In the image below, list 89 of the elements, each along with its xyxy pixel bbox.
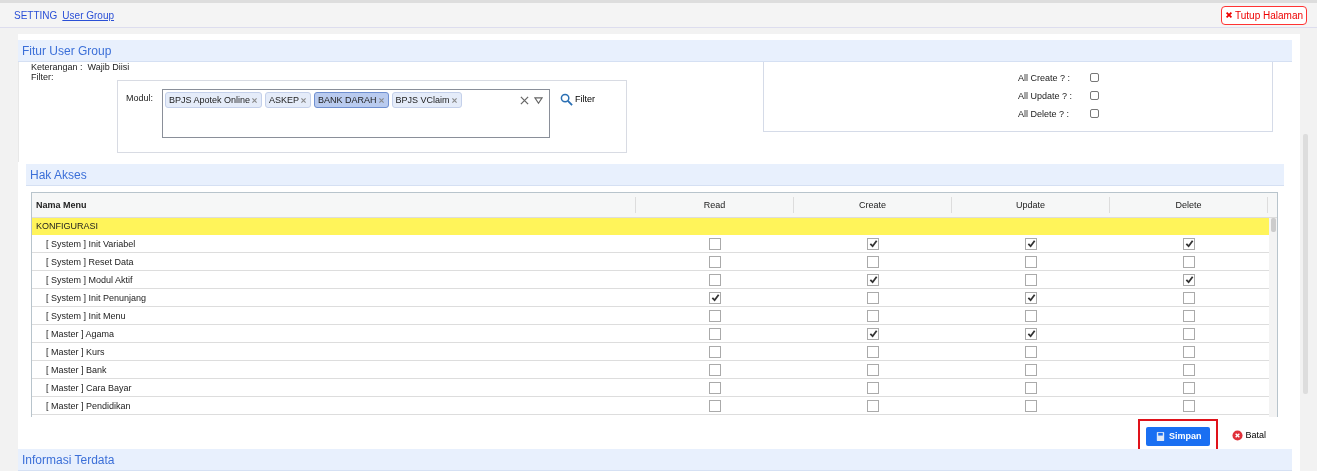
section-header: Fitur User Group — [18, 40, 1292, 62]
filter-button[interactable]: Filter — [556, 91, 595, 107]
checkbox[interactable] — [709, 363, 721, 376]
cancel-icon — [1232, 429, 1244, 441]
search-icon — [560, 92, 573, 106]
checkbox[interactable] — [709, 291, 721, 304]
checkbox[interactable] — [867, 327, 879, 340]
checkbox[interactable] — [1183, 237, 1195, 250]
checkbox[interactable] — [1025, 327, 1037, 340]
checkbox[interactable] — [1025, 399, 1037, 412]
remove-icon[interactable] — [450, 96, 458, 104]
checkbox[interactable] — [1025, 363, 1037, 376]
column-header: Create — [794, 197, 952, 213]
clear-icon[interactable] — [520, 96, 529, 105]
scrollbar[interactable] — [1269, 218, 1277, 417]
required-note: Keterangan : Wajib Diisi — [31, 63, 131, 72]
option-label: All Delete ? : — [1018, 108, 1071, 119]
remove-icon[interactable] — [251, 96, 259, 104]
remove-icon[interactable] — [300, 96, 308, 104]
checkbox[interactable] — [1183, 273, 1195, 286]
menu-name: [ Master ] Cara Bayar — [45, 382, 133, 393]
checkbox[interactable] — [709, 273, 721, 286]
checkbox[interactable] — [1025, 291, 1037, 304]
checkbox[interactable] — [709, 255, 721, 268]
checkbox[interactable] — [867, 381, 879, 394]
checkbox[interactable] — [1025, 345, 1037, 358]
checkbox[interactable] — [867, 363, 879, 376]
close-icon — [1225, 11, 1233, 19]
checkbox[interactable] — [709, 237, 721, 250]
checkbox[interactable] — [867, 399, 879, 412]
save-button[interactable]: Simpan — [1145, 426, 1211, 446]
checkbox[interactable] — [867, 273, 879, 286]
breadcrumb-item: SETTING — [14, 9, 58, 21]
checkbox[interactable] — [1183, 327, 1195, 340]
checkbox[interactable] — [1183, 345, 1195, 358]
modul-label: Modul: — [126, 92, 154, 105]
checkbox[interactable] — [867, 291, 879, 304]
checkbox[interactable] — [867, 345, 879, 358]
checkbox[interactable] — [1183, 399, 1195, 412]
checkbox[interactable] — [1090, 91, 1099, 100]
menu-name: [ Master ] Bank — [45, 364, 108, 375]
checkbox[interactable] — [1025, 255, 1037, 268]
column-header: Nama Menu — [32, 197, 636, 213]
save-icon — [1154, 430, 1166, 442]
section-header: Informasi Terdata — [18, 449, 1292, 471]
checkbox[interactable] — [1090, 73, 1099, 82]
module-tag[interactable]: BANK DARAH — [314, 92, 389, 108]
checkbox[interactable] — [709, 327, 721, 340]
checkbox[interactable] — [1025, 309, 1037, 322]
module-tag[interactable]: BPJS VClaim — [391, 92, 462, 108]
module-select[interactable]: BPJS Apotek Online ASKEP BANK DARAH BPJS VClaim — [162, 89, 550, 138]
checkbox[interactable] — [709, 399, 721, 412]
menu-name: [ Master ] Agama — [45, 328, 116, 339]
menu-name: [ System ] Modul Aktif — [45, 274, 134, 285]
menu-name: [ Master ] Kurs — [45, 346, 106, 357]
checkbox[interactable] — [867, 309, 879, 322]
option-label: All Update ? : — [1018, 90, 1074, 101]
module-tag[interactable]: BPJS Apotek Online — [165, 92, 263, 108]
menu-name: [ System ] Reset Data — [45, 256, 135, 267]
checkbox[interactable] — [709, 345, 721, 358]
remove-icon[interactable] — [377, 96, 385, 104]
breadcrumb-link[interactable]: User Group — [62, 9, 115, 21]
checkbox[interactable] — [1183, 255, 1195, 268]
checkbox[interactable] — [1025, 273, 1037, 286]
cancel-button[interactable]: Batal — [1232, 429, 1266, 441]
menu-name: [ System ] Init Menu — [45, 310, 127, 321]
checkbox[interactable] — [1183, 291, 1195, 304]
column-header: Delete — [1110, 197, 1268, 213]
section-header: Hak Akses — [26, 164, 1284, 186]
menu-name: [ System ] Init Penunjang — [45, 292, 148, 303]
dropdown-icon[interactable] — [534, 96, 543, 105]
close-page-button[interactable]: Tutup Halaman — [1221, 5, 1307, 25]
checkbox[interactable] — [1183, 381, 1195, 394]
checkbox[interactable] — [867, 255, 879, 268]
filter-label: Filter: — [31, 72, 55, 82]
checkbox[interactable] — [709, 309, 721, 322]
column-header: Read — [636, 197, 794, 213]
checkbox[interactable] — [1090, 109, 1099, 118]
checkbox[interactable] — [1183, 363, 1195, 376]
menu-name: [ Master ] Pendidikan — [45, 400, 132, 411]
option-label: All Create ? : — [1018, 72, 1072, 83]
checkbox[interactable] — [1025, 381, 1037, 394]
checkbox[interactable] — [1183, 309, 1195, 322]
checkbox[interactable] — [709, 381, 721, 394]
checkbox[interactable] — [867, 237, 879, 250]
column-header: Update — [952, 197, 1110, 213]
checkbox[interactable] — [1025, 237, 1037, 250]
module-tag[interactable]: ASKEP — [265, 92, 312, 108]
menu-name: [ System ] Init Variabel — [45, 238, 137, 249]
